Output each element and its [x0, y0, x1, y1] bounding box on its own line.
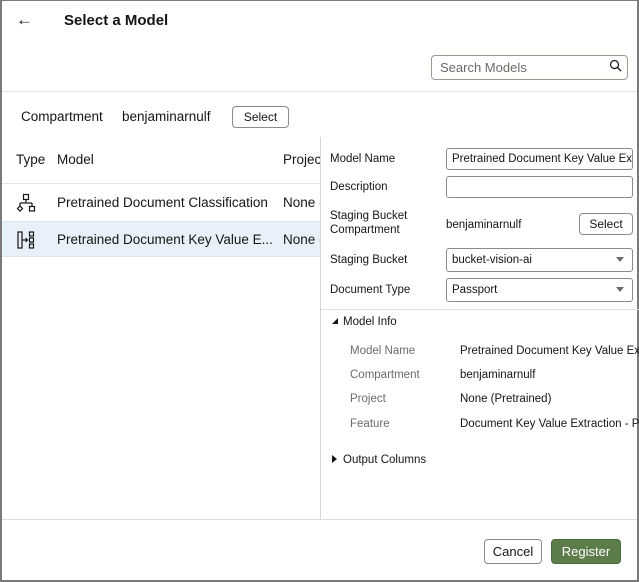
column-header-type[interactable]: Type: [16, 152, 45, 167]
column-header-model[interactable]: Model: [57, 152, 94, 167]
model-info-title: Model Info: [343, 316, 397, 328]
staging-bucket-compartment-select-button[interactable]: Select: [579, 213, 633, 235]
document-type-value: Passport: [452, 284, 498, 296]
select-model-dialog: ← Select a Model Compartment benjaminarn…: [0, 0, 639, 582]
search-icon[interactable]: [609, 59, 623, 73]
description-label: Description: [330, 181, 388, 193]
column-header-project[interactable]: Project: [283, 152, 320, 167]
output-columns-toggle[interactable]: Output Columns: [332, 454, 426, 466]
info-label: Compartment: [350, 369, 420, 381]
footer-divider: [2, 519, 637, 520]
table-row-selected[interactable]: Pretrained Document Key Value E... None …: [2, 221, 320, 257]
chevron-down-icon: [616, 287, 624, 292]
search-models-input[interactable]: [431, 55, 628, 80]
info-label: Feature: [350, 418, 390, 430]
model-info-toggle[interactable]: Model Info: [332, 316, 397, 328]
arrow-left-icon: ←: [16, 10, 33, 29]
hierarchy-icon: [16, 193, 36, 212]
model-name-cell: Pretrained Document Classification: [57, 195, 268, 210]
compartment-label: Compartment: [21, 109, 103, 124]
info-label: Project: [350, 393, 386, 405]
info-value: None (Pretrained): [460, 393, 552, 405]
staging-bucket-value: bucket-vision-ai: [452, 254, 532, 266]
table-row[interactable]: Pretrained Document Classification None …: [2, 185, 320, 221]
info-value: Document Key Value Extraction - Passport: [460, 418, 639, 430]
info-value: Pretrained Document Key Value Extraction: [460, 345, 639, 357]
dialog-header: ← Select a Model: [2, 1, 637, 41]
info-value: benjaminarnulf: [460, 369, 536, 381]
dialog-title: Select a Model: [64, 12, 169, 29]
staging-bucket-label: Staging Bucket: [330, 254, 408, 266]
register-button[interactable]: Register: [551, 539, 621, 564]
document-type-label: Document Type: [330, 284, 411, 296]
caret-right-icon: [332, 455, 337, 463]
compartment-select-button[interactable]: Select: [232, 106, 289, 128]
divider: [321, 309, 639, 310]
chevron-down-icon: [616, 257, 624, 262]
output-columns-title: Output Columns: [343, 454, 427, 466]
back-button[interactable]: ←: [16, 10, 33, 30]
project-cell: None (Pretrained): [283, 195, 320, 210]
staging-bucket-compartment-label: Staging Bucket Compartment: [330, 210, 408, 236]
staging-bucket-select[interactable]: bucket-vision-ai: [446, 248, 633, 272]
model-name-label: Model Name: [330, 153, 396, 165]
info-label: Model Name: [350, 345, 416, 357]
model-name-input[interactable]: Pretrained Document Key Value Extraction: [446, 148, 633, 170]
description-input[interactable]: [446, 176, 633, 198]
cancel-button[interactable]: Cancel: [484, 539, 542, 564]
staging-bucket-compartment-value: benjaminarnulf: [446, 219, 522, 231]
caret-down-icon: [332, 318, 338, 324]
document-type-select[interactable]: Passport: [446, 278, 633, 302]
compartment-value: benjaminarnulf: [122, 109, 211, 124]
table-divider: [2, 183, 320, 184]
panel-divider: [320, 137, 321, 520]
project-cell: None (Pretrained): [283, 232, 320, 247]
key-value-extraction-icon: [17, 231, 35, 249]
divider: [2, 91, 637, 92]
model-name-cell: Pretrained Document Key Value E...: [57, 232, 272, 247]
